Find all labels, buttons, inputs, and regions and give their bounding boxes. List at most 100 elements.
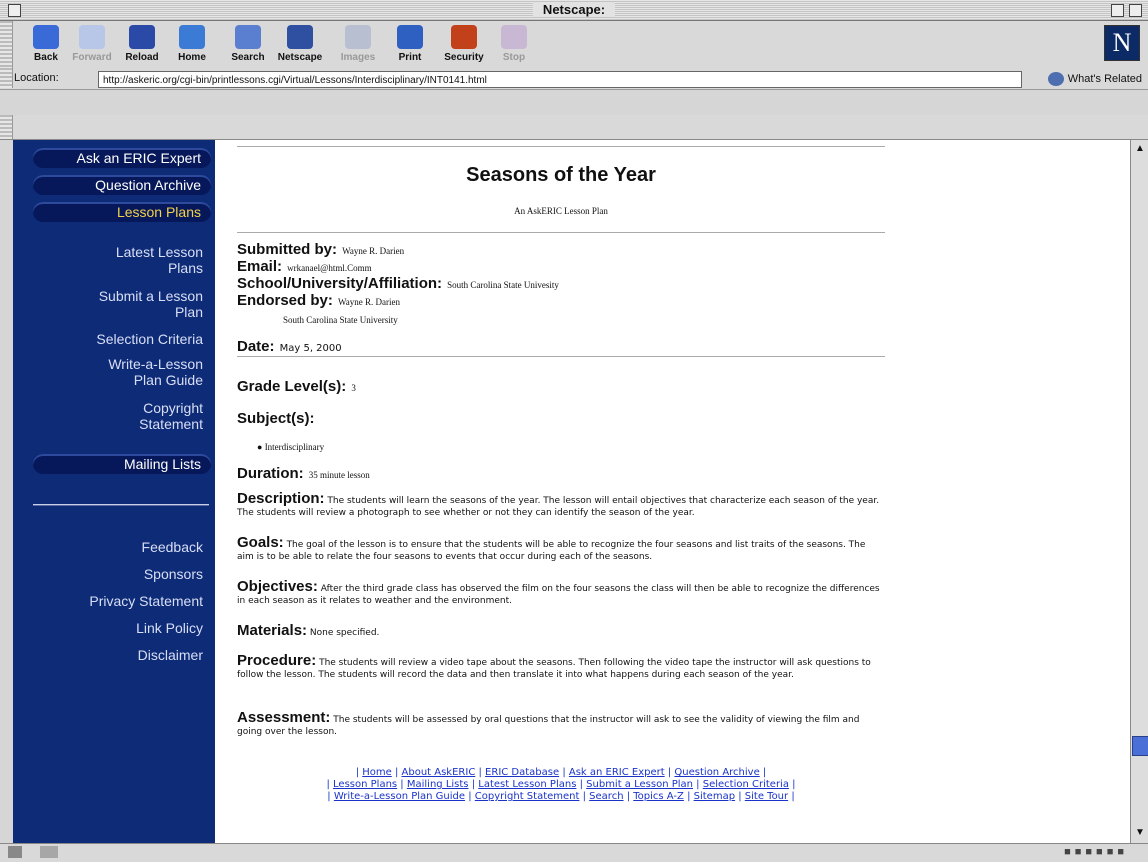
sidebar-pill-question-archive[interactable]: Question Archive (33, 175, 211, 195)
personal-toolbar-grip[interactable] (0, 115, 13, 139)
related-globe-icon (1047, 72, 1064, 86)
home-icon (179, 25, 205, 49)
email-value: wrkanael@html.Comm (287, 263, 372, 273)
sidebar-link-write-a-lesson[interactable]: Write-a-Lesson Plan Guide (33, 356, 203, 388)
footer-separator: | (468, 779, 479, 790)
footer-link-sitemap[interactable]: Sitemap (694, 791, 735, 802)
window-title-bar[interactable]: Netscape: (0, 0, 1148, 21)
footer-link-topics-a-z[interactable]: Topics A-Z (633, 791, 684, 802)
footer-link-copyright-statement[interactable]: Copyright Statement (475, 791, 580, 802)
footer-link-search[interactable]: Search (589, 791, 623, 802)
link-line: Submit a Lesson (98, 288, 203, 304)
search-icon (235, 25, 261, 49)
link-line: Statement (139, 416, 203, 432)
sidebar-link-disclaimer[interactable]: Disclaimer (33, 647, 203, 663)
toolbar-button-label: Print (398, 52, 422, 63)
sidebar-link-selection-criteria[interactable]: Selection Criteria (33, 331, 203, 347)
sidebar-pill-ask-expert[interactable]: Ask an ERIC Expert (33, 148, 211, 168)
footer-link-eric-database[interactable]: ERIC Database (485, 767, 559, 778)
page-subtitle: An AskERIC Lesson Plan (514, 206, 608, 216)
footer-separator: | (623, 791, 634, 802)
scroll-up-arrow-icon[interactable]: ▲ (1133, 142, 1147, 156)
subject-list-item: ● Interdisciplinary (257, 442, 325, 452)
netscape-button[interactable]: Netscape (272, 25, 328, 63)
toolbar-grip[interactable] (0, 21, 13, 68)
reload-button[interactable]: Reload (114, 25, 170, 63)
endorsed-row: Endorsed by: Wayne R. Darien (237, 290, 400, 309)
sidebar-link-privacy[interactable]: Privacy Statement (33, 593, 203, 609)
sidebar-pill-lesson-plans[interactable]: Lesson Plans (33, 202, 211, 222)
footer-link-selection-criteria[interactable]: Selection Criteria (703, 779, 789, 790)
materials-label: Materials: (237, 622, 308, 639)
security-status-icon[interactable] (8, 846, 22, 858)
home-button[interactable]: Home (164, 25, 220, 63)
date-row: Date: May 5, 2000 (237, 336, 342, 355)
forward-button[interactable]: Forward (64, 25, 120, 63)
footer-separator: | (579, 791, 590, 802)
component-bar-icon[interactable] (40, 846, 58, 858)
description-label: Description: (237, 490, 325, 507)
print-button[interactable]: Print (382, 25, 438, 63)
collapse-box-icon[interactable] (1129, 4, 1142, 17)
footer-link-write-a-lesson-plan-guide[interactable]: Write-a-Lesson Plan Guide (334, 791, 465, 802)
materials-text: None specified. (309, 628, 380, 638)
footer-separator: | (759, 767, 767, 778)
security-button[interactable]: Security (436, 25, 492, 63)
location-grip[interactable] (0, 68, 13, 88)
search-button[interactable]: Search (220, 25, 276, 63)
images-icon (345, 25, 371, 49)
close-box-icon[interactable] (8, 4, 21, 17)
footer-link-lesson-plans[interactable]: Lesson Plans (333, 779, 397, 790)
print-icon (397, 25, 423, 49)
location-url-field[interactable]: http://askeric.org/cgi-bin/printlessons.… (98, 71, 1022, 88)
link-line: Latest Lesson (115, 244, 203, 260)
footer-link-latest-lesson-plans[interactable]: Latest Lesson Plans (478, 779, 576, 790)
footer-link-question-archive[interactable]: Question Archive (674, 767, 759, 778)
zoom-box-icon[interactable] (1111, 4, 1124, 17)
sidebar-link-sponsors[interactable]: Sponsors (33, 566, 203, 582)
subject-label: Subject(s): (237, 410, 315, 427)
sidebar-link-copyright[interactable]: Copyright Statement (33, 400, 203, 432)
footer-link-about-askeric[interactable]: About AskERIC (402, 767, 476, 778)
link-line: Copyright (143, 400, 203, 416)
footer-link-ask-an-eric-expert[interactable]: Ask an ERIC Expert (569, 767, 665, 778)
assessment-section: Assessment: The students will be assesse… (237, 710, 885, 738)
toolbar-button-label: Stop (502, 52, 526, 63)
images-button[interactable]: Images (330, 25, 386, 63)
sidebar-link-submit-lesson-plan[interactable]: Submit a Lesson Plan (33, 288, 203, 320)
goals-label: Goals: (237, 534, 284, 551)
vertical-scrollbar[interactable]: ▲ ▼ (1130, 140, 1148, 843)
footer-separator: | (391, 767, 402, 778)
stop-button[interactable]: Stop (486, 25, 542, 63)
duration-label: Duration: (237, 465, 304, 482)
grade-value: 3 (351, 383, 356, 393)
scroll-thumb[interactable] (1132, 736, 1148, 756)
sidebar-link-latest-lesson-plans[interactable]: Latest Lesson Plans (33, 244, 203, 276)
footer-links: | Home | About AskERIC | ERIC Database |… (237, 767, 885, 803)
toolbar-button-label: Images (340, 52, 376, 63)
component-tray[interactable]: ■■■■■■ (1064, 846, 1128, 858)
objectives-label: Objectives: (237, 578, 318, 595)
endorsed-value: Wayne R. Darien (337, 297, 400, 307)
sidebar-pill-mailing-lists[interactable]: Mailing Lists (33, 454, 211, 474)
footer-separator: | (397, 779, 407, 790)
sidebar-link-feedback[interactable]: Feedback (33, 539, 203, 555)
footer-separator: | (735, 791, 745, 802)
sidebar-divider (33, 504, 209, 506)
footer-separator: | (475, 767, 486, 778)
endorsed-affiliation: South Carolina State University (283, 308, 398, 327)
footer-link-site-tour[interactable]: Site Tour (745, 791, 788, 802)
scroll-down-arrow-icon[interactable]: ▼ (1133, 826, 1147, 840)
objectives-text: After the third grade class has observed… (237, 584, 880, 606)
forward-arrow-icon (79, 25, 105, 49)
footer-link-mailing-lists[interactable]: Mailing Lists (407, 779, 469, 790)
whats-related-button[interactable]: What's Related (1047, 72, 1142, 86)
grade-label: Grade Level(s): (237, 378, 347, 395)
lesson-plan-main: Seasons of the Year An AskERIC Lesson Pl… (237, 140, 897, 843)
footer-link-home[interactable]: Home (362, 767, 392, 778)
netscape-logo-icon: N (1104, 25, 1140, 61)
back-arrow-icon (33, 25, 59, 49)
assessment-text: The students will be assessed by oral qu… (237, 715, 860, 737)
footer-link-submit-a-lesson-plan[interactable]: Submit a Lesson Plan (586, 779, 693, 790)
sidebar-link-link-policy[interactable]: Link Policy (33, 620, 203, 636)
